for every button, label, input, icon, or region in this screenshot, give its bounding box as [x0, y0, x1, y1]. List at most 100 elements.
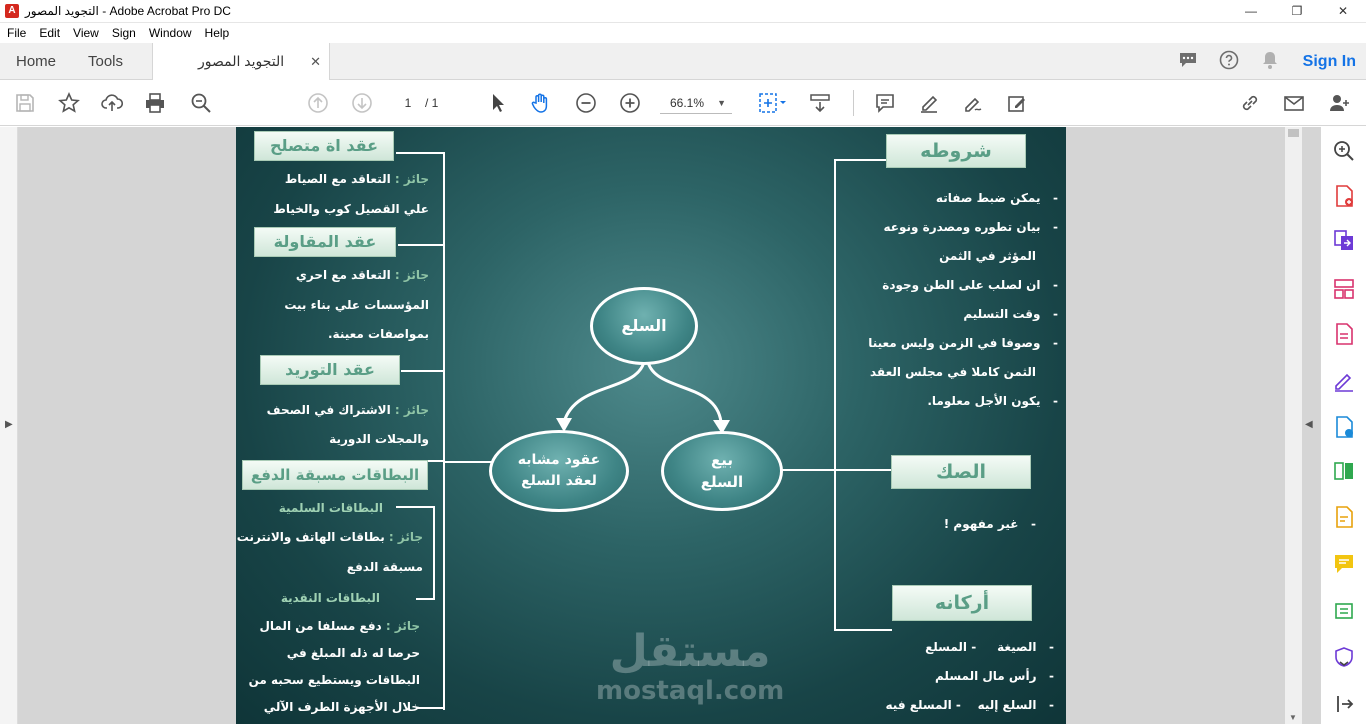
scrolling-mode-icon[interactable] — [808, 91, 832, 115]
create-pdf-icon[interactable] — [1331, 183, 1357, 209]
left-box-2: عقد المقاولة — [254, 227, 396, 257]
connector-line — [428, 460, 444, 462]
comments-icon[interactable] — [1168, 51, 1209, 72]
left-box-1: عقد اة متصلح — [254, 131, 394, 161]
export-pdf-icon[interactable] — [1331, 321, 1357, 347]
left-box-3-text-1: جائز : الاشتراك في الصحف — [266, 403, 429, 417]
window-controls: — ❐ ✕ — [1228, 0, 1366, 23]
protect-icon[interactable] — [1331, 644, 1357, 670]
select-cursor-icon[interactable] — [486, 91, 510, 115]
send-for-review-icon[interactable] — [1331, 414, 1357, 440]
minimize-button[interactable]: — — [1228, 0, 1274, 23]
menu-bar: File Edit View Sign Window Help — [0, 23, 1366, 43]
email-icon[interactable] — [1282, 91, 1306, 115]
menu-file[interactable]: File — [0, 26, 32, 40]
help-icon[interactable] — [1209, 50, 1250, 73]
page-total-label: / 1 — [425, 96, 439, 110]
menu-sign[interactable]: Sign — [105, 26, 142, 40]
left-box-3: عقد التوريد — [260, 355, 400, 385]
watermark-url: mostaql.com — [596, 676, 785, 706]
right-list-item: - يمكن ضبط صفاته — [935, 191, 1058, 205]
notifications-bell-icon[interactable] — [1250, 50, 1291, 73]
highlight-pen-icon[interactable] — [917, 91, 941, 115]
comment-icon[interactable] — [873, 91, 897, 115]
page-fit-icon[interactable] — [756, 91, 790, 115]
edit-pdf-icon[interactable] — [1331, 504, 1357, 530]
header-actions: Sign In — [1168, 43, 1366, 80]
print-icon[interactable] — [143, 91, 167, 115]
expand-left-pane-icon[interactable]: ▶ — [5, 419, 13, 430]
menu-window[interactable]: Window — [142, 26, 198, 40]
scrollbar-thumb[interactable] — [1288, 129, 1299, 137]
right-box-1: شروطه — [886, 134, 1026, 168]
vertical-scrollbar[interactable]: ▼ — [1285, 127, 1302, 724]
left-sub-2-text-1: جائز : دفع مسلفا من المال — [259, 619, 420, 633]
zoom-in-icon[interactable] — [618, 91, 642, 115]
right-box-3: أركانه — [892, 585, 1032, 621]
left-child-node: عقود مشابه لعقد السلع — [489, 430, 629, 512]
connector-line — [396, 152, 444, 154]
left-sub-1-text-2: مسبقة الدفع — [346, 560, 423, 574]
menu-view[interactable]: View — [66, 26, 105, 40]
navigation-pane-collapsed[interactable]: ▶ — [0, 127, 18, 724]
add-user-icon[interactable] — [1327, 91, 1351, 115]
tools-pane — [1320, 127, 1366, 724]
menu-help[interactable]: Help — [198, 26, 236, 40]
collapse-tools-pane-icon[interactable] — [1331, 691, 1357, 717]
comment-tool-icon[interactable] — [1331, 551, 1357, 577]
toolbar-divider — [853, 90, 854, 116]
next-page-icon[interactable] — [350, 91, 374, 115]
connector-line — [398, 244, 444, 246]
sign-in-link[interactable]: Sign In — [1303, 53, 1356, 71]
print-production-icon[interactable] — [1331, 598, 1357, 624]
zoom-dropdown-arrow-icon: ▼ — [717, 98, 726, 108]
tab-tools[interactable]: Tools — [88, 43, 123, 80]
close-window-button[interactable]: ✕ — [1320, 0, 1366, 23]
connector-line — [443, 152, 445, 462]
left-sub-heading-2: البطاقات النقدية — [280, 591, 380, 605]
connector-line — [834, 159, 836, 631]
save-icon[interactable] — [13, 91, 37, 115]
root-node: السلع — [590, 287, 698, 365]
previous-page-icon[interactable] — [306, 91, 330, 115]
fill-and-sign-icon[interactable] — [1331, 368, 1357, 394]
bookmark-star-icon[interactable] — [57, 91, 81, 115]
tab-home[interactable]: Home — [16, 43, 56, 80]
scroll-down-arrow-icon[interactable]: ▼ — [1289, 713, 1297, 722]
left-sub-2-text-4: خلال الأجهزة الطرف الآلي — [263, 700, 420, 714]
right-box-2-item: - غير مفهوم ! — [943, 517, 1036, 531]
left-box-2-text-2: المؤسسات علي بناء بيت — [284, 298, 429, 312]
right-list-item: - ان لصلب على الطن وجودة — [882, 278, 1058, 292]
connector-line — [433, 506, 435, 600]
connector-line — [776, 469, 894, 471]
menu-edit[interactable]: Edit — [32, 26, 66, 40]
share-link-icon[interactable] — [1238, 91, 1262, 115]
title-bar: A التجويد المصور - Adobe Acrobat Pro DC … — [0, 0, 1366, 23]
combine-files-icon[interactable] — [1331, 227, 1357, 253]
right-box-2: الصك — [891, 455, 1031, 489]
right-box-3-item: - الصيغة - المسلع — [925, 640, 1054, 654]
left-box-1-text-1: جائز : التعاقد مع الصياط — [284, 172, 429, 186]
root-branch-arrows — [556, 361, 730, 434]
upload-cloud-icon[interactable] — [100, 91, 124, 115]
collapse-right-pane-icon[interactable]: ◀ — [1305, 419, 1313, 430]
search-tool-icon[interactable] — [1331, 138, 1357, 164]
search-zoom-icon[interactable] — [189, 91, 213, 115]
fill-sign-icon[interactable] — [1005, 91, 1029, 115]
close-tab-icon[interactable]: ✕ — [310, 43, 321, 80]
hand-tool-icon[interactable] — [529, 91, 553, 115]
left-sub-2-text-3: البطاقات ويستطيع سحبه من — [248, 673, 420, 687]
organize-pages-icon[interactable] — [1331, 276, 1357, 302]
zoom-level-value: 66.1% — [670, 96, 705, 110]
tab-document[interactable]: التجويد المصور ✕ — [152, 43, 330, 81]
compare-files-icon[interactable] — [1331, 458, 1357, 484]
page-number-input[interactable]: 1 — [393, 93, 423, 113]
zoom-out-icon[interactable] — [574, 91, 598, 115]
watermark: مستقل mostaql.com — [596, 626, 785, 706]
restore-button[interactable]: ❐ — [1274, 0, 1320, 23]
zoom-level-dropdown[interactable]: 66.1% ▼ — [660, 92, 732, 114]
document-viewport[interactable]: ▶ عقد اة متصلح جائز: التعاقد مع الصياط … — [0, 127, 1320, 724]
left-sub-heading-1: البطاقات السلمية — [278, 501, 383, 515]
watermark-arabic: مستقل — [609, 626, 771, 677]
draw-sign-icon[interactable] — [961, 91, 985, 115]
